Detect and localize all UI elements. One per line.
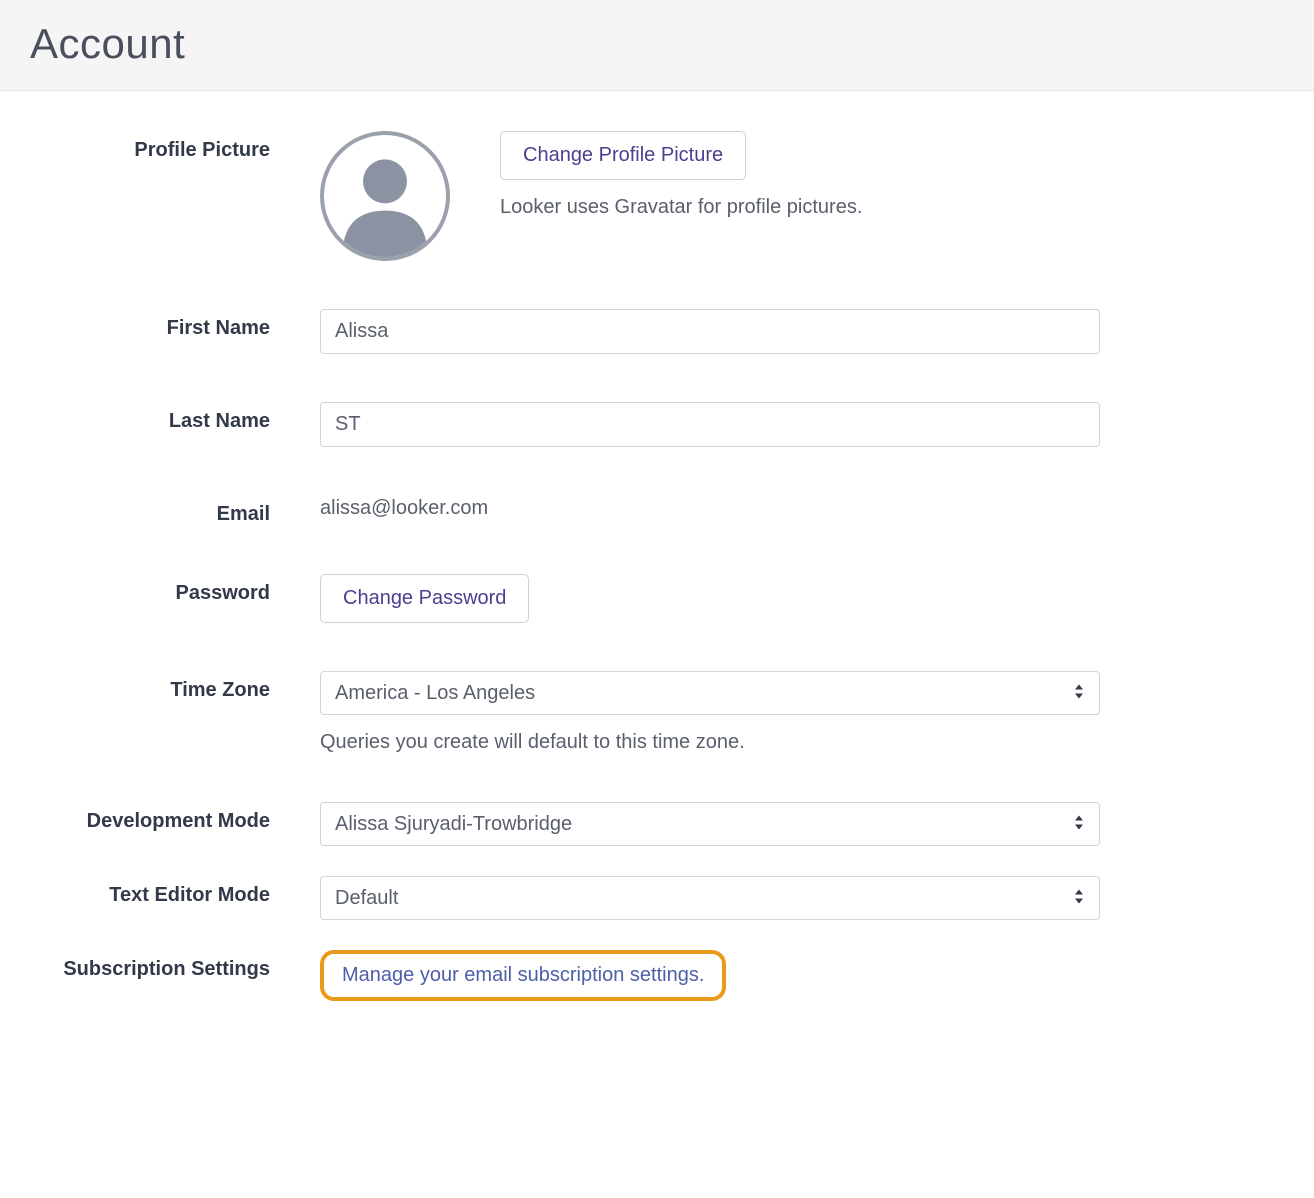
time-zone-helper: Queries you create will default to this … — [320, 731, 1100, 754]
page-header: Account — [0, 0, 1314, 91]
row-first-name: First Name — [60, 309, 1254, 354]
label-time-zone: Time Zone — [60, 671, 320, 702]
row-email: Email alissa@looker.com — [60, 495, 1254, 526]
row-subscription-settings: Subscription Settings Manage your email … — [60, 950, 1254, 1001]
row-development-mode: Development Mode Alissa Sjuryadi-Trowbri… — [60, 802, 1254, 846]
development-mode-select[interactable]: Alissa Sjuryadi-Trowbridge — [320, 802, 1100, 846]
page-title: Account — [30, 20, 1284, 68]
label-development-mode: Development Mode — [60, 802, 320, 833]
label-last-name: Last Name — [60, 402, 320, 433]
row-last-name: Last Name — [60, 402, 1254, 447]
row-time-zone: Time Zone America - Los Angeles Queries … — [60, 671, 1254, 754]
avatar-placeholder-icon — [324, 135, 446, 257]
time-zone-select[interactable]: America - Los Angeles — [320, 671, 1100, 715]
avatar — [320, 131, 450, 261]
label-profile-picture: Profile Picture — [60, 131, 320, 162]
label-subscription-settings: Subscription Settings — [60, 950, 320, 981]
account-form: Profile Picture Change Profile Picture L… — [0, 91, 1314, 1041]
subscription-highlight: Manage your email subscription settings. — [320, 950, 726, 1001]
change-profile-picture-button[interactable]: Change Profile Picture — [500, 131, 746, 180]
label-first-name: First Name — [60, 309, 320, 340]
row-password: Password Change Password — [60, 574, 1254, 623]
label-text-editor-mode: Text Editor Mode — [60, 876, 320, 907]
label-password: Password — [60, 574, 320, 605]
row-profile-picture: Profile Picture Change Profile Picture L… — [60, 131, 1254, 261]
text-editor-mode-select[interactable]: Default — [320, 876, 1100, 920]
first-name-input[interactable] — [320, 309, 1100, 354]
last-name-input[interactable] — [320, 402, 1100, 447]
row-text-editor-mode: Text Editor Mode Default — [60, 876, 1254, 920]
change-password-button[interactable]: Change Password — [320, 574, 529, 623]
field-profile-picture: Change Profile Picture Looker uses Grava… — [320, 131, 1100, 261]
email-value: alissa@looker.com — [320, 495, 1100, 520]
profile-picture-helper: Looker uses Gravatar for profile picture… — [500, 196, 862, 219]
manage-subscription-link[interactable]: Manage your email subscription settings. — [342, 964, 704, 986]
label-email: Email — [60, 495, 320, 526]
